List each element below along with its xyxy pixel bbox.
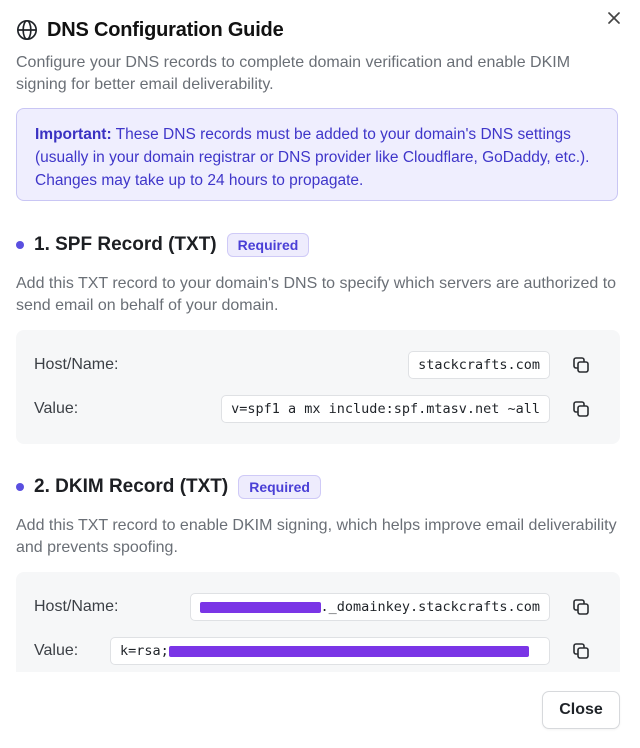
dkim-title: 2. DKIM Record (TXT) bbox=[34, 476, 229, 497]
spf-host-value[interactable]: stackcrafts.com bbox=[408, 351, 550, 379]
dkim-host-row: Host/Name: ._domainkey.stackcrafts.com bbox=[16, 592, 620, 622]
bullet-dot bbox=[16, 241, 24, 249]
important-notice: Important: These DNS records must be add… bbox=[16, 108, 618, 201]
redacted-public-key bbox=[168, 645, 529, 657]
dkim-value-prefix: k=rsa; bbox=[120, 643, 169, 659]
spf-host-row: Host/Name: stackcrafts.com bbox=[16, 350, 620, 380]
dkim-host-suffix: ._domainkey.stackcrafts.com bbox=[320, 599, 540, 615]
redacted-selector bbox=[200, 601, 321, 613]
dialog-title: DNS Configuration Guide bbox=[47, 18, 284, 41]
host-label: Host/Name: bbox=[34, 598, 119, 615]
spf-title: 1. SPF Record (TXT) bbox=[34, 234, 217, 255]
required-badge: Required bbox=[238, 475, 321, 499]
spf-section-header: 1. SPF Record (TXT) Required bbox=[16, 232, 310, 258]
dkim-value-row: Value: k=rsa; bbox=[16, 636, 620, 666]
title-row: DNS Configuration Guide bbox=[16, 16, 624, 44]
notice-text: These DNS records must be added to your … bbox=[35, 126, 590, 189]
copy-icon[interactable] bbox=[572, 598, 590, 616]
spf-description: Add this TXT record to your domain's DNS… bbox=[16, 275, 617, 314]
value-label: Value: bbox=[34, 400, 79, 417]
close-icon[interactable] bbox=[604, 8, 624, 28]
close-button[interactable]: Close bbox=[542, 691, 620, 729]
copy-icon[interactable] bbox=[572, 642, 590, 660]
spf-value-field[interactable]: v=spf1 a mx include:spf.mtasv.net ~all bbox=[221, 395, 550, 423]
dialog-header: DNS Configuration Guide Configure your D… bbox=[16, 12, 624, 96]
bullet-dot bbox=[16, 483, 24, 491]
dkim-value-field[interactable]: k=rsa; bbox=[110, 637, 550, 665]
dkim-section-header: 2. DKIM Record (TXT) Required bbox=[16, 474, 321, 500]
dkim-host-value[interactable]: ._domainkey.stackcrafts.com bbox=[190, 593, 550, 621]
spf-record-panel: Host/Name: stackcrafts.com Value: v=spf1… bbox=[16, 330, 620, 444]
copy-icon[interactable] bbox=[572, 400, 590, 418]
value-label: Value: bbox=[34, 642, 79, 659]
dialog-subtitle: Configure your DNS records to complete d… bbox=[16, 54, 571, 93]
host-label: Host/Name: bbox=[34, 356, 119, 373]
dkim-description: Add this TXT record to enable DKIM signi… bbox=[16, 517, 617, 556]
dialog-footer: Close bbox=[0, 672, 640, 748]
copy-icon[interactable] bbox=[572, 356, 590, 374]
dns-configuration-dialog: DNS Configuration Guide Configure your D… bbox=[0, 0, 640, 748]
globe-icon bbox=[17, 20, 37, 40]
notice-label: Important: bbox=[35, 126, 112, 143]
spf-value-row: Value: v=spf1 a mx include:spf.mtasv.net… bbox=[16, 394, 620, 424]
required-badge: Required bbox=[226, 233, 310, 257]
